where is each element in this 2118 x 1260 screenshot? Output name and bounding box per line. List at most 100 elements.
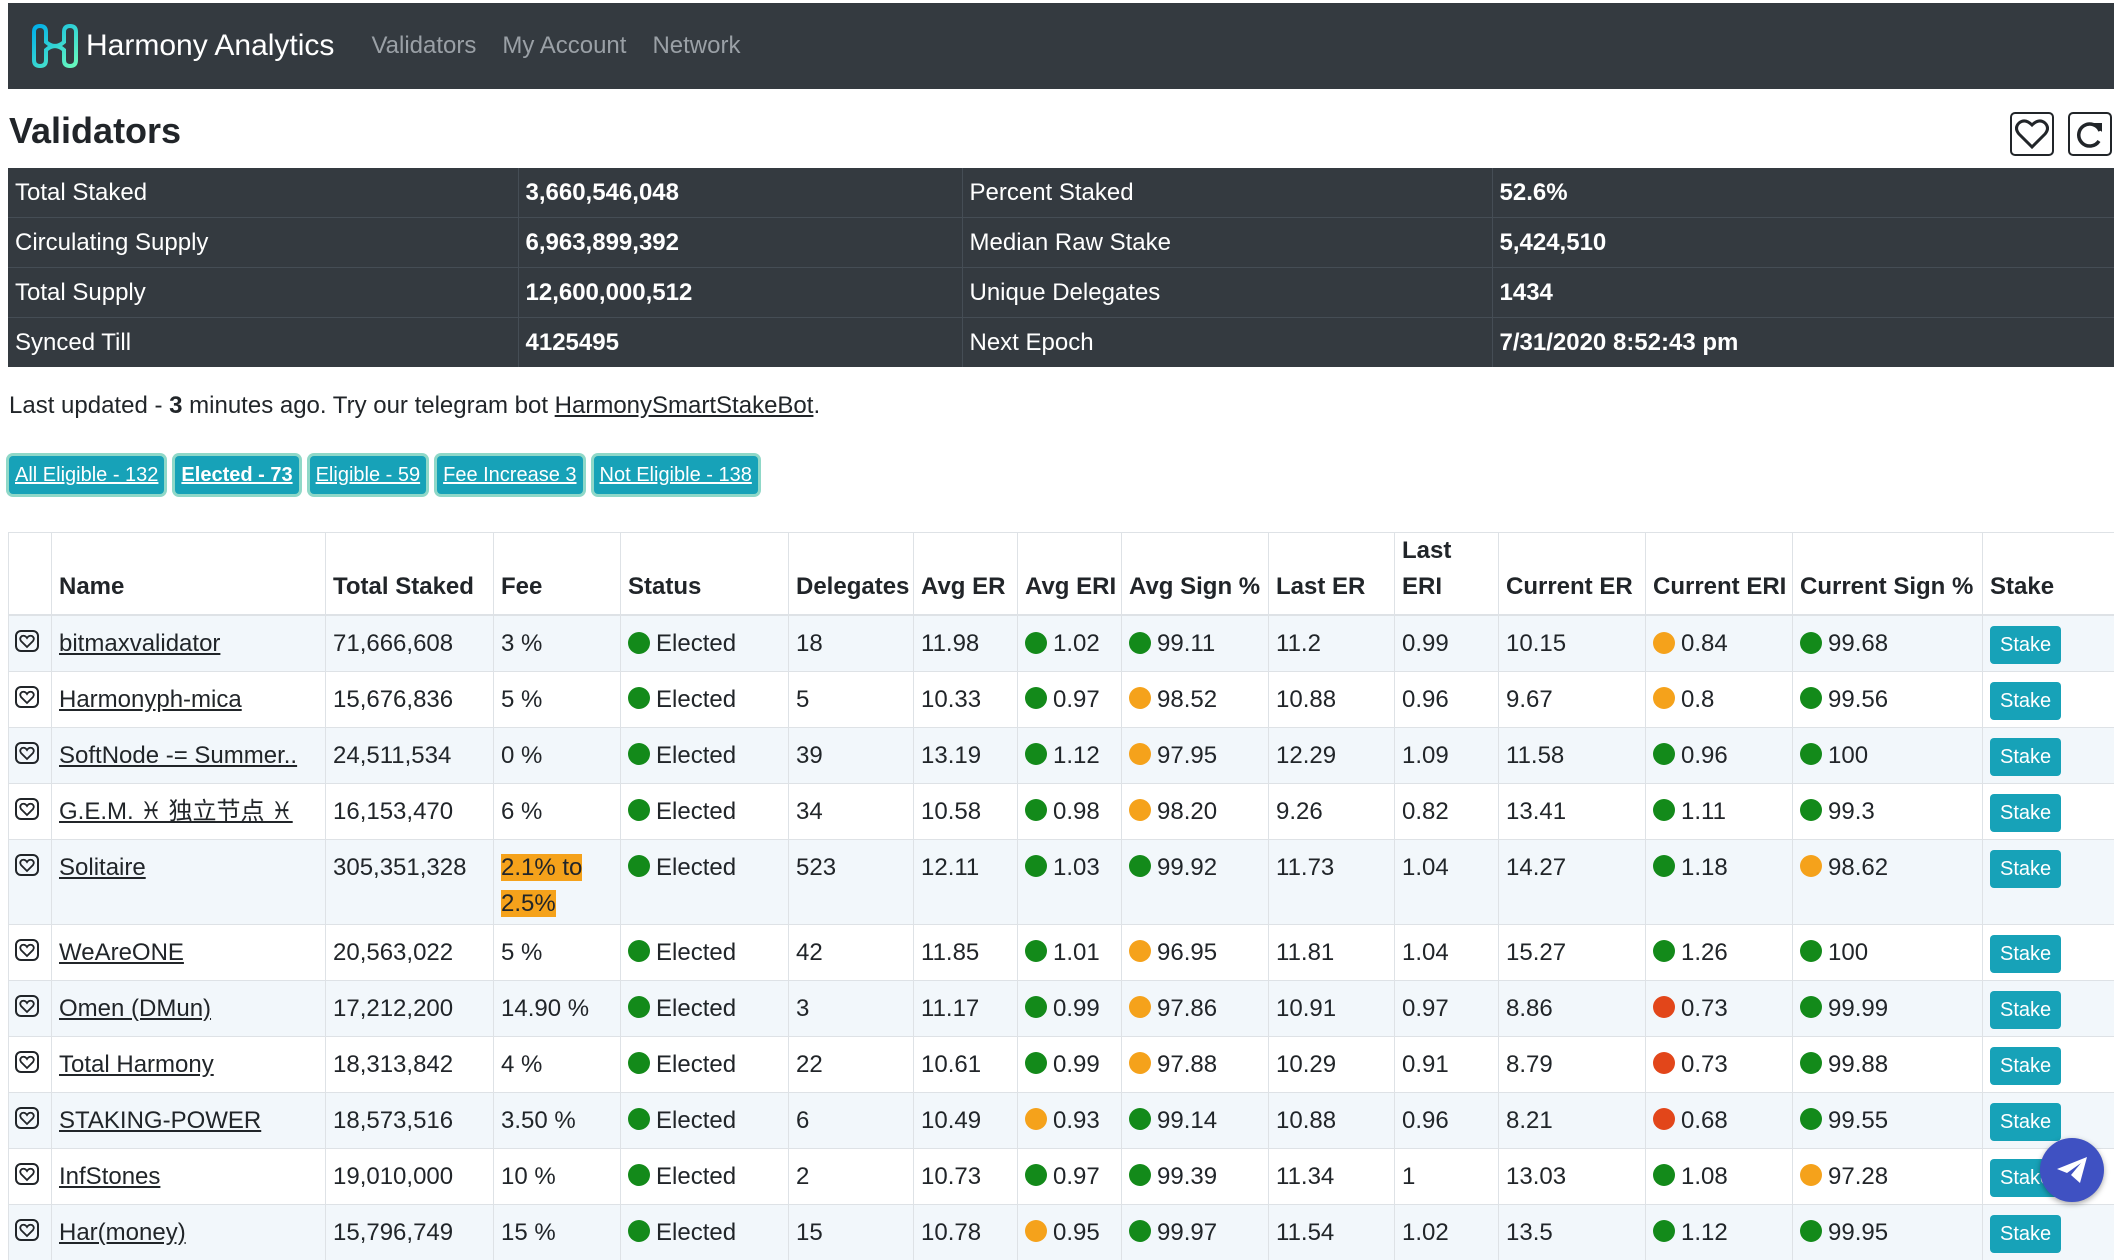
table-row[interactable]: bitmaxvalidator 71,666,608 3 % Elected 18 11.… bbox=[8, 614, 2114, 671]
heart-icon[interactable] bbox=[15, 1106, 39, 1129]
favorite-cell[interactable] bbox=[8, 1091, 52, 1148]
heart-icon[interactable] bbox=[15, 630, 39, 652]
heart-icon[interactable] bbox=[15, 938, 39, 961]
table-row[interactable]: Harmonyph-mica 15,676,836 5 % Elected 5 10.33… bbox=[8, 670, 2114, 727]
heart-icon[interactable] bbox=[15, 685, 39, 708]
table-row[interactable]: Solitaire 305,351,328 2.1% to 2.5% Elected 5… bbox=[8, 838, 2114, 924]
validator-name-link[interactable]: Omen (DMun) bbox=[59, 995, 211, 1022]
status-dot-icon bbox=[1653, 940, 1675, 963]
validator-name-link[interactable]: Harmonyph-mica bbox=[59, 686, 242, 713]
fee-cell: 5 % bbox=[493, 923, 621, 980]
favorite-cell[interactable] bbox=[8, 1203, 52, 1260]
telegram-bot-link[interactable]: HarmonySmartStakeBot bbox=[555, 392, 814, 419]
filter-all-eligible-button[interactable]: All Eligible - 132 bbox=[9, 456, 165, 494]
last-eri-cell: 1.04 bbox=[1394, 923, 1499, 980]
heart-icon[interactable] bbox=[15, 994, 39, 1017]
validator-name-link[interactable]: G.E.M. ♓ 独立节点 ♓ bbox=[59, 798, 293, 825]
col-header-avg-sign[interactable]: Avg Sign % bbox=[1121, 532, 1269, 616]
validator-name-link[interactable]: WeAreONE bbox=[59, 939, 184, 966]
last-er-cell: 10.91 bbox=[1268, 979, 1395, 1036]
favorite-button[interactable] bbox=[2010, 112, 2054, 156]
current-er-cell: 13.41 bbox=[1498, 782, 1646, 839]
stake-button[interactable]: Stake bbox=[1990, 934, 2062, 973]
validator-name-cell: Omen (DMun) bbox=[51, 979, 326, 1036]
status-value: Elected bbox=[656, 1106, 737, 1134]
nav-link-my-account[interactable]: My Account bbox=[502, 32, 626, 60]
brand[interactable]: Harmony Analytics bbox=[30, 20, 334, 72]
table-row[interactable]: SoftNode -= Summer.. 24,511,534 0 % Elected… bbox=[8, 726, 2114, 783]
heart-icon[interactable] bbox=[15, 853, 39, 876]
stat-value: 6,963,899,392 bbox=[517, 217, 962, 268]
filter-elected-button[interactable]: Elected - 73 bbox=[175, 456, 299, 494]
avg-sign-cell-value: 99.92 bbox=[1157, 853, 1218, 881]
filter-fee-increase-button[interactable]: Fee Increase 3 bbox=[437, 456, 583, 494]
heart-icon[interactable] bbox=[15, 1162, 39, 1185]
col-header-fee[interactable]: Fee bbox=[493, 532, 621, 616]
current-sign-cell-value: 99.68 bbox=[1828, 630, 1889, 657]
validator-name-link[interactable]: SoftNode -= Summer.. bbox=[59, 742, 297, 769]
table-row[interactable]: G.E.M. ♓ 独立节点 ♓ 16,153,470 6 % Elected 34 10.… bbox=[8, 782, 2114, 839]
table-row[interactable]: STAKING-POWER 18,573,516 3.50 % Elected 6 10.… bbox=[8, 1091, 2114, 1148]
col-header-current-sign[interactable]: Current Sign % bbox=[1792, 532, 1983, 616]
favorite-cell[interactable] bbox=[8, 614, 52, 671]
heart-icon[interactable] bbox=[15, 741, 39, 764]
stake-button[interactable]: Stake bbox=[1990, 1214, 2062, 1253]
col-header-avg-eri[interactable]: Avg ERI bbox=[1017, 532, 1122, 616]
col-header-current-er[interactable]: Current ER bbox=[1498, 532, 1646, 616]
favorite-cell[interactable] bbox=[8, 979, 52, 1036]
heart-icon[interactable] bbox=[15, 797, 39, 820]
nav-link-validators[interactable]: Validators bbox=[371, 32, 476, 60]
stake-button[interactable]: Stake bbox=[1990, 1102, 2062, 1141]
navbar: Harmony Analytics Validators My Account … bbox=[8, 3, 2114, 89]
stake-button[interactable]: Stake bbox=[1990, 626, 2062, 664]
validator-name-link[interactable]: STAKING-POWER bbox=[59, 1107, 261, 1134]
telegram-button[interactable] bbox=[2040, 1138, 2104, 1202]
nav-link-network[interactable]: Network bbox=[652, 32, 740, 60]
favorite-cell[interactable] bbox=[8, 1147, 52, 1204]
filter-eligible-button[interactable]: Eligible - 59 bbox=[309, 456, 427, 494]
col-header-avg-er[interactable]: Avg ER bbox=[913, 532, 1018, 616]
avg-er-cell: 10.73 bbox=[913, 1147, 1018, 1204]
favorite-cell[interactable] bbox=[8, 670, 52, 727]
table-row[interactable]: Total Harmony 18,313,842 4 % Elected 22 10.61… bbox=[8, 1035, 2114, 1092]
refresh-button[interactable] bbox=[2068, 112, 2112, 156]
validator-name-link[interactable]: Solitaire bbox=[59, 854, 146, 881]
col-header-last-eri[interactable]: Last ERI bbox=[1394, 532, 1499, 616]
avg-eri-cell: 0.99 bbox=[1017, 1035, 1122, 1092]
validator-name-link[interactable]: bitmaxvalidator bbox=[59, 630, 220, 657]
col-header-total-staked[interactable]: Total Staked bbox=[325, 532, 494, 616]
current-eri-cell-value: 1.11 bbox=[1681, 797, 1726, 825]
stake-button[interactable]: Stake bbox=[1990, 849, 2062, 888]
table-row[interactable]: WeAreONE 20,563,022 5 % Elected 42 11.85 1.01 9… bbox=[8, 923, 2114, 980]
current-eri-cell: 0.73 bbox=[1645, 979, 1793, 1036]
stake-button[interactable]: Stake bbox=[1990, 681, 2062, 720]
status-value: Elected bbox=[656, 685, 737, 713]
col-header-name[interactable]: Name bbox=[51, 532, 326, 616]
current-er-cell: 14.27 bbox=[1498, 838, 1646, 924]
heart-icon[interactable] bbox=[15, 1218, 39, 1241]
validator-name-link[interactable]: InfStones bbox=[59, 1163, 160, 1190]
avg-sign-cell-value: 98.20 bbox=[1157, 797, 1218, 825]
validator-name-link[interactable]: Har(money) bbox=[59, 1219, 186, 1246]
filter-not-eligible-button[interactable]: Not Eligible - 138 bbox=[593, 456, 758, 494]
favorite-cell[interactable] bbox=[8, 782, 52, 839]
table-row[interactable]: InfStones 19,010,000 10 % Elected 2 10.73 0.97… bbox=[8, 1147, 2114, 1204]
heart-icon[interactable] bbox=[15, 1050, 39, 1073]
favorite-cell[interactable] bbox=[8, 1035, 52, 1092]
stake-button[interactable]: Stake bbox=[1990, 793, 2062, 832]
table-row[interactable]: Har(money) 15,796,749 15 % Elected 15 10.78 0.… bbox=[8, 1203, 2114, 1260]
stake-button[interactable]: Stake bbox=[1990, 1046, 2062, 1085]
favorite-cell[interactable] bbox=[8, 838, 52, 924]
status-dot-icon bbox=[628, 940, 650, 963]
stake-button[interactable]: Stake bbox=[1990, 990, 2062, 1029]
col-header-status[interactable]: Status bbox=[620, 532, 789, 616]
col-header-current-eri[interactable]: Current ERI bbox=[1645, 532, 1793, 616]
stake-button[interactable]: Stake bbox=[1990, 737, 2062, 776]
table-row[interactable]: Omen (DMun) 17,212,200 14.90 % Elected 3 11.1… bbox=[8, 979, 2114, 1036]
col-header-last-er[interactable]: Last ER bbox=[1268, 532, 1395, 616]
col-header-delegates[interactable]: Delegates bbox=[788, 532, 914, 616]
favorite-cell[interactable] bbox=[8, 726, 52, 783]
favorite-cell[interactable] bbox=[8, 923, 52, 980]
validator-name-link[interactable]: Total Harmony bbox=[59, 1051, 214, 1078]
status-dot-icon bbox=[1653, 855, 1675, 878]
